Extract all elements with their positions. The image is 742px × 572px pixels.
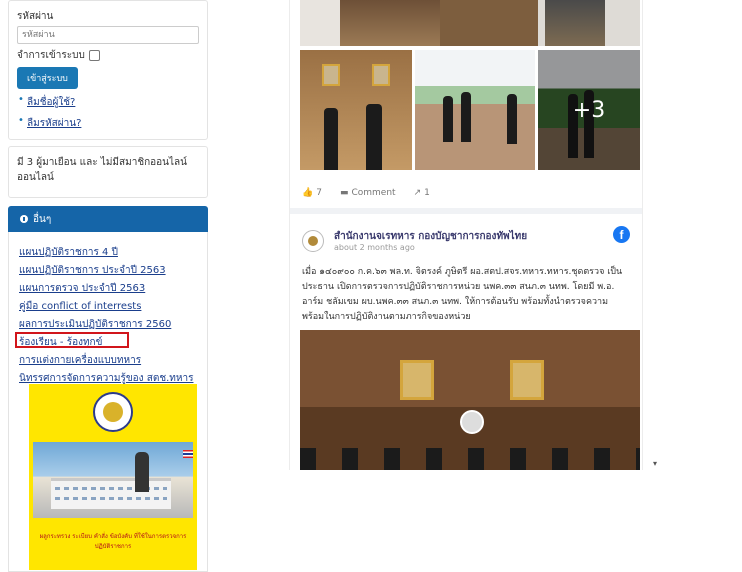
login-button[interactable]: เข้าสู่ระบบ [17,67,78,89]
officer-figure [507,94,517,144]
complaint-highlight-box [15,332,129,348]
login-help-links: ลืมชื่อผู้ใช้? ลืมรหัสผ่าน? [17,94,199,131]
officer-figure [366,104,382,170]
page-avatar[interactable] [302,230,324,252]
forgot-username-link[interactable]: ลืมชื่อผู้ใช้? [27,97,75,108]
list-item: แผนปฏิบัติราชการ ประจำปี 2563 [19,262,193,280]
share-action[interactable]: ↗ 1 [414,188,430,198]
password-input[interactable] [17,26,199,44]
other-links-list: แผนปฏิบัติราชการ 4 ปี แผนปฏิบัติราชการ ป… [19,244,193,388]
password-label: รหัสผ่าน [17,11,54,22]
link-uniform[interactable]: การแต่งกายเครื่องแบบทหาร [19,355,141,366]
facebook-icon[interactable]: f [613,226,630,243]
forgot-password-link[interactable]: ลืมรหัสผ่าน? [27,118,81,129]
comment-action[interactable]: ▬ Comment [340,188,396,198]
link-conflict-manual[interactable]: คู่มือ conflict of interrests [19,301,141,312]
list-item: คู่มือ conflict of interrests [19,298,193,316]
portrait-frame-icon [400,360,434,400]
officer-figure [461,92,471,142]
other-heading: อื่นๆ [33,213,52,225]
link-plan-4-years[interactable]: แผนปฏิบัติราชการ 4 ปี [19,247,118,258]
list-item: แผนการตรวจ ประจำปี 2563 [19,280,193,298]
like-action[interactable]: 👍 7 [302,188,322,198]
info-circle-icon [20,215,28,223]
list-item: ลืมรหัสผ่าน? [18,115,199,131]
army-seal-icon [93,392,133,432]
seal-icon [460,410,484,434]
remember-label: จำการเข้าระบบ [17,50,85,61]
left-sidebar: รหัสผ่าน จำการเข้าระบบ เข้าสู่ระบบ ลืมชื… [0,0,213,572]
list-item: การแต่งกายเครื่องแบบทหาร [19,352,193,370]
share-count: 1 [424,188,430,198]
headquarters-photo [33,442,193,518]
officer-figure [443,96,453,142]
portrait-frame-icon [372,64,390,86]
poster-caption: ผลูกระทรวง ระเบียบ คำสั่ง ข้อบังคับ ที่ใ… [39,533,187,550]
portrait-frame-icon [322,64,340,86]
other-panel-header: อื่นๆ [8,206,208,232]
like-count: 7 [316,188,322,198]
post-separator [290,208,642,214]
post-text: เมื่อ ๑๔๐๙๐๐ ก.ค.๖๓ พล.ท. จิตรงค์ ภูษิตร… [302,267,623,322]
link-plan-2563[interactable]: แผนปฏิบัติราชการ ประจำปี 2563 [19,265,166,276]
building-icon [51,478,171,509]
list-item: แผนปฏิบัติราชการ 4 ปี [19,244,193,262]
online-panel: มี 3 ผู้มาเยือน และ ไม่มีสมาชิกออนไลน์ อ… [8,146,208,198]
more-photos-overlay[interactable]: +3 [538,50,640,170]
post-actions: 👍 7 ▬ Comment ↗ 1 [302,188,430,198]
share-icon: ↗ [413,188,422,198]
post-photo-top[interactable] [300,0,640,46]
comment-icon: ▬ [339,188,349,198]
other-panel-body: แผนปฏิบัติราชการ 4 ปี แผนปฏิบัติราชการ ป… [8,232,208,572]
post-photo-1[interactable] [300,50,412,170]
list-item: ลืมชื่อผู้ใช้? [18,94,199,110]
comment-label: Comment [351,188,396,198]
thai-flag-icon [183,450,193,458]
link-inspection-plan-2563[interactable]: แผนการตรวจ ประจำปี 2563 [19,283,145,294]
page-name[interactable]: สำนักงานจเรทหาร กองบัญชาการกองทัพไทย [334,229,527,244]
remember-row: จำการเข้าระบบ [17,48,199,63]
facebook-feed[interactable]: +3 👍 7 ▬ Comment ↗ 1 สำนักงานจเรทหาร กองบัญ… [289,0,643,470]
remember-checkbox[interactable] [88,50,100,61]
attendees-row [300,448,640,470]
online-status-text: มี 3 ผู้มาเยือน และ ไม่มีสมาชิกออนไลน์ อ… [17,157,188,183]
statue-icon [135,452,149,492]
link-knowledge-exhibition[interactable]: นิทรรศการจัดการความรู้ของ สตช.ทหาร [19,373,193,384]
link-evaluation-2560[interactable]: ผลการประเมินปฏิบัติราชการ 2560 [19,319,171,330]
regulations-poster[interactable]: ผลูกระทรวง ระเบียบ คำสั่ง ข้อบังคับ ที่ใ… [29,384,197,570]
post-photo-2[interactable] [415,50,535,170]
thumbs-up-icon: 👍 [302,188,314,198]
portrait-frame-icon [510,360,544,400]
post-main-photo[interactable] [300,330,640,470]
scroll-down-arrow-icon[interactable]: ▾ [653,459,657,468]
officer-figure [324,108,338,170]
login-panel: รหัสผ่าน จำการเข้าระบบ เข้าสู่ระบบ ลืมชื… [8,0,208,140]
post-time[interactable]: about 2 months ago [334,243,415,252]
